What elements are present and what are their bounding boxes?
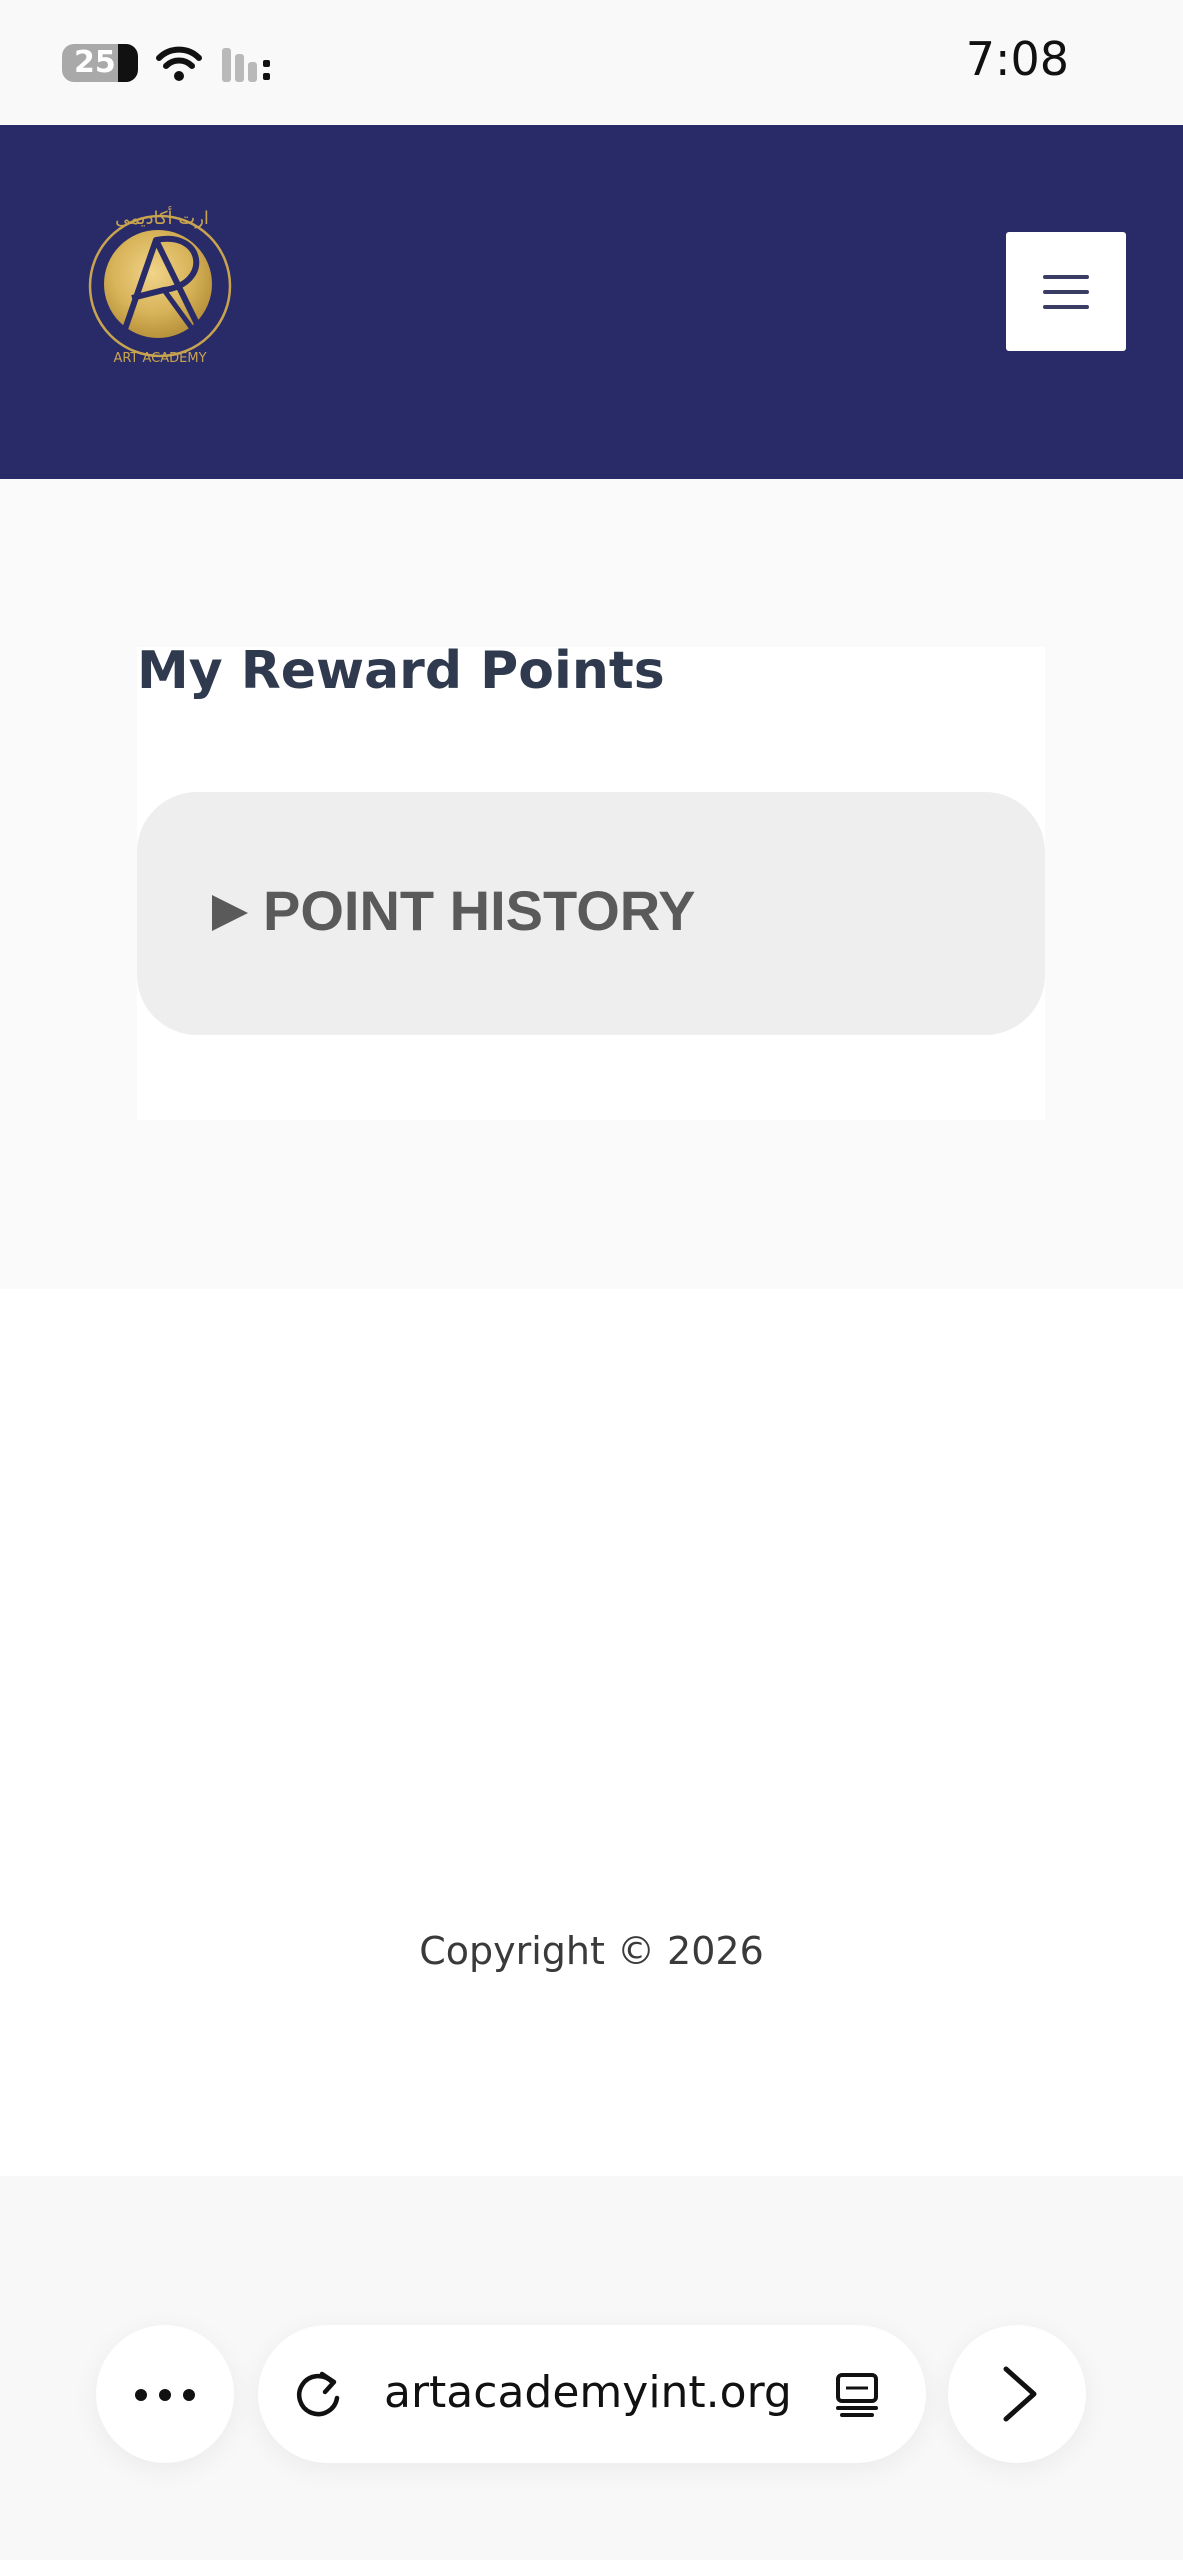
forward-button[interactable] [948,2325,1086,2463]
site-header: ارت أكاديمي ART ACADEMY [0,125,1183,479]
chevron-right-icon [1003,2366,1037,2422]
wifi-icon [156,46,202,81]
signal-icon [222,48,270,82]
hamburger-menu-button[interactable] [1006,232,1126,351]
address-bar[interactable]: artacademyint.org [258,2325,926,2463]
more-options-button[interactable] [96,2325,234,2463]
reload-icon[interactable] [292,2368,344,2420]
art-academy-logo[interactable]: ارت أكاديمي ART ACADEMY [84,202,238,368]
play-triangle-icon [212,895,248,931]
logo-english-text: ART ACADEMY [113,351,206,366]
site-footer: Copyright © 2026 [0,1289,1183,2176]
hamburger-menu-icon [1043,275,1089,279]
browser-toolbar: artacademyint.org [0,2176,1183,2560]
ellipsis-icon [135,2389,147,2401]
page-title: My Reward Points [137,641,665,701]
main-content: My Reward Points POINT HISTORY [0,479,1183,1289]
url-text: artacademyint.org [384,2367,792,2418]
status-bar: 25 7:08 [0,0,1183,125]
reward-points-card: My Reward Points POINT HISTORY [137,641,1045,1120]
battery-icon: 25 [62,44,138,82]
point-history-toggle[interactable]: POINT HISTORY [137,792,1045,1035]
logo-arabic-text: ارت أكاديمي [115,206,209,229]
point-history-label: POINT HISTORY [263,879,696,942]
battery-level: 25 [74,45,116,80]
copyright-text: Copyright © 2026 [419,1929,764,1973]
status-time: 7:08 [965,32,1069,86]
tabs-icon[interactable] [832,2369,882,2419]
